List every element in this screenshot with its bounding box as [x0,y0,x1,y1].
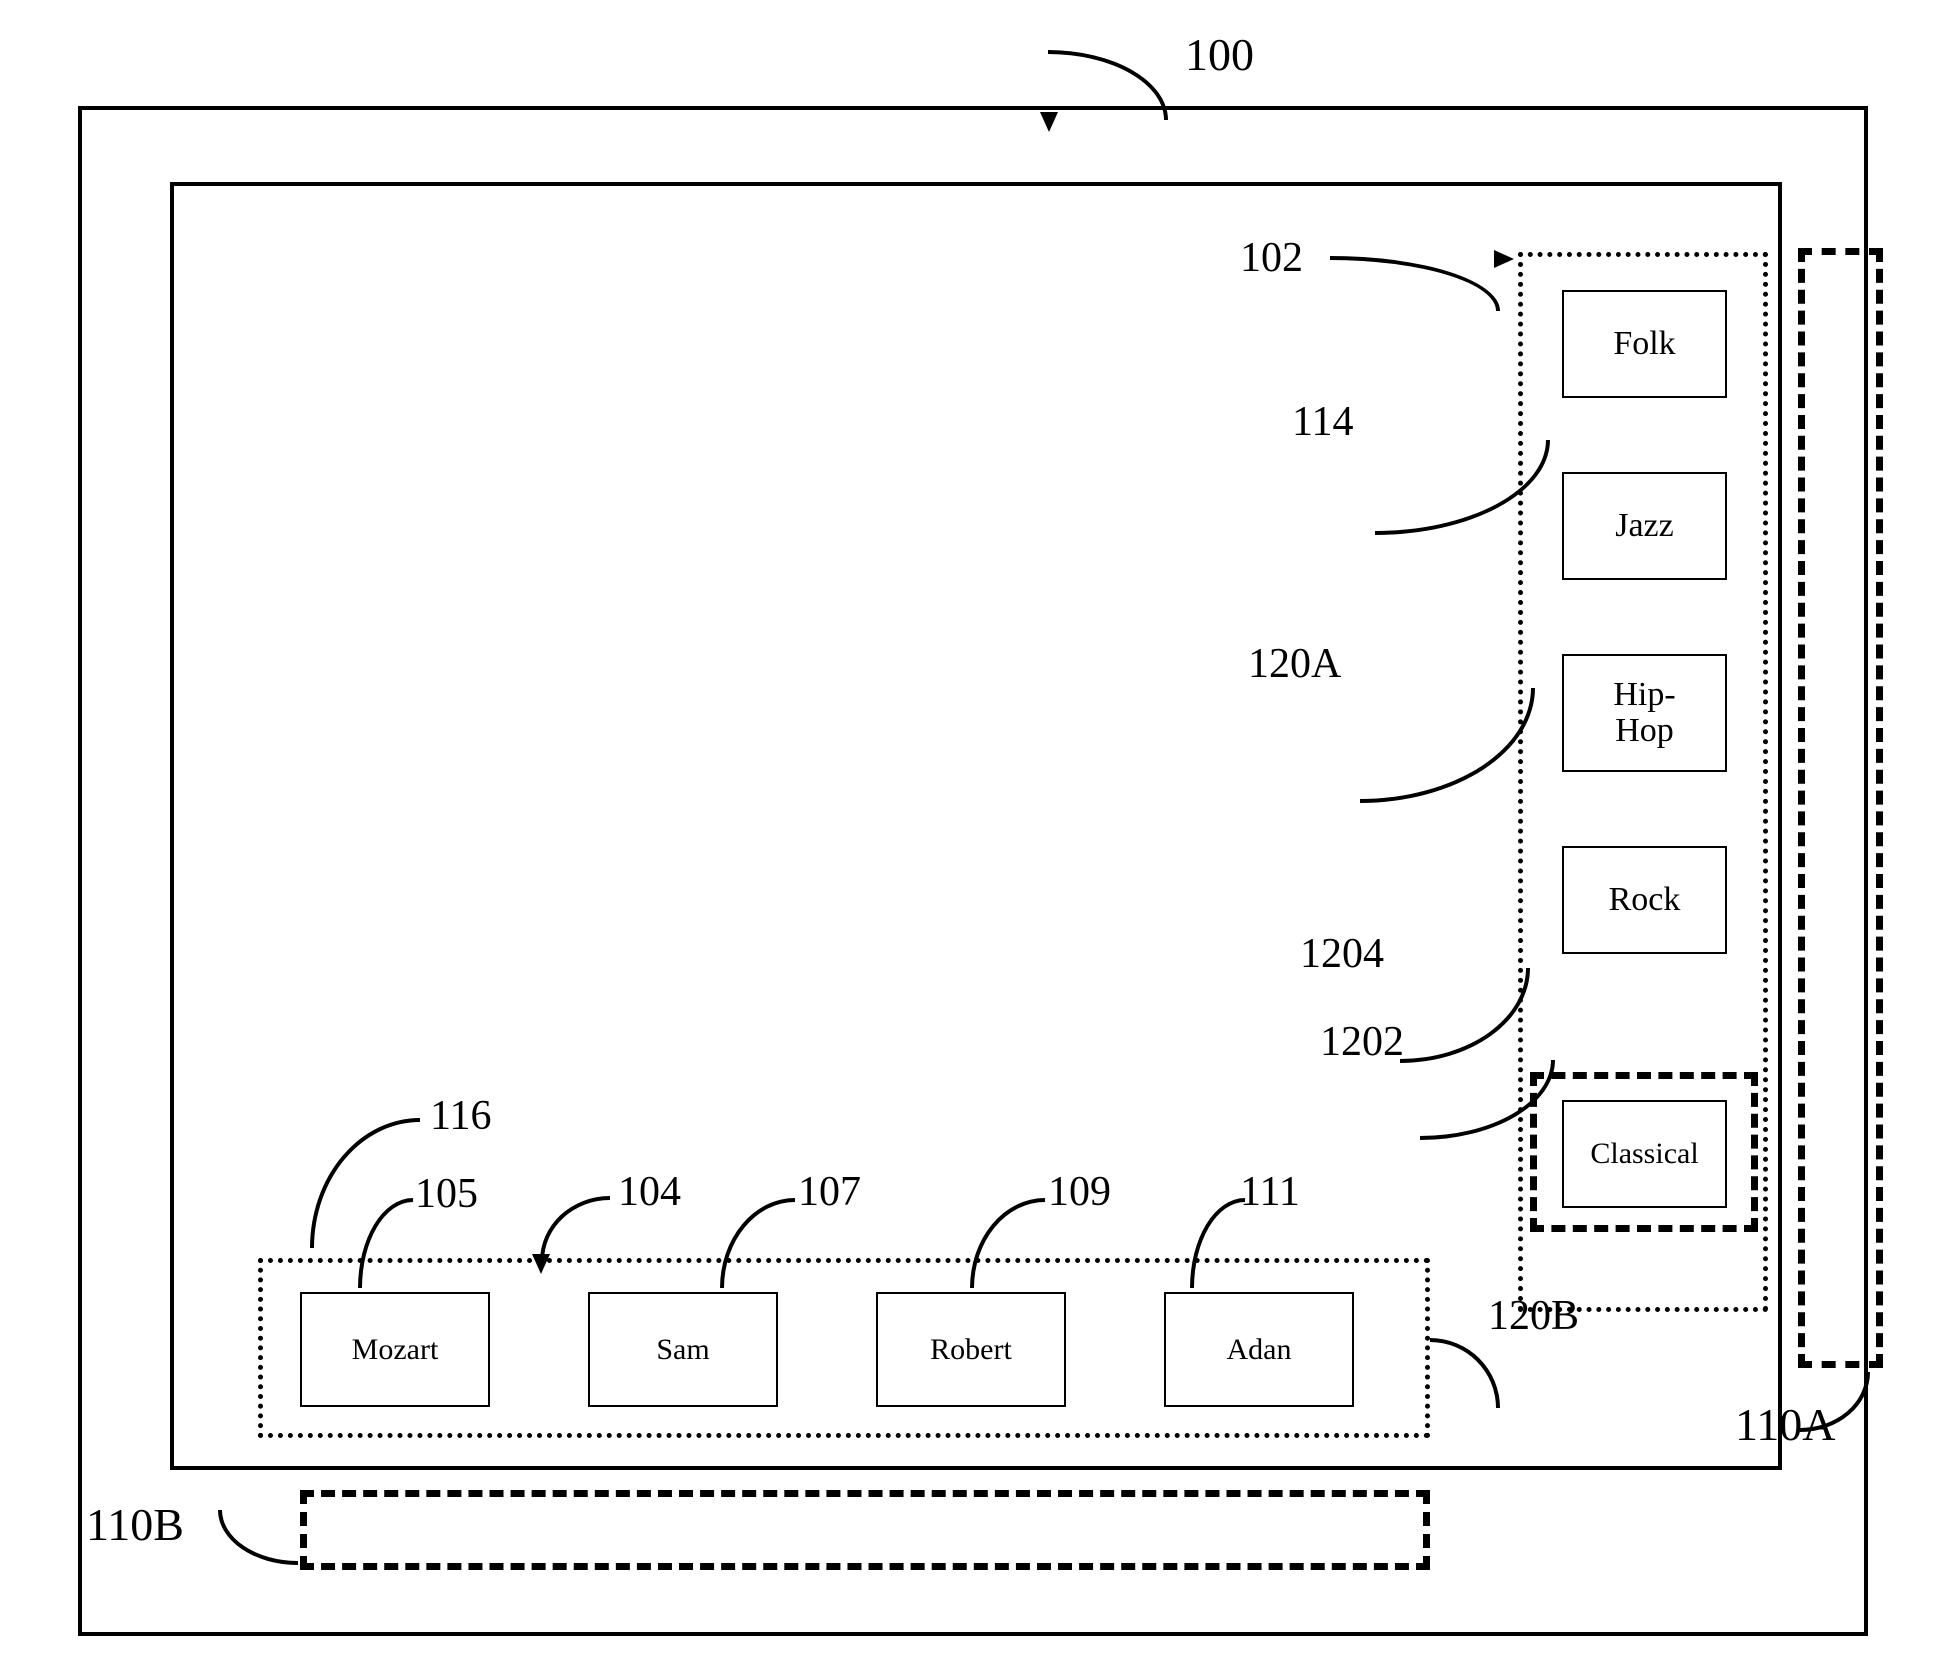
genre-rock[interactable]: Rock [1562,846,1727,954]
genre-classical[interactable]: Classical [1562,1100,1727,1208]
artist-adan-label: Adan [1227,1334,1292,1366]
ref-100: 100 [1185,28,1254,81]
genre-hiphop-label: Hip- Hop [1613,677,1675,748]
artist-adan[interactable]: Adan [1164,1292,1354,1407]
ref-1202: 1202 [1320,1018,1404,1066]
genre-rock-label: Rock [1609,882,1681,918]
genre-folk[interactable]: Folk [1562,290,1727,398]
artist-sam[interactable]: Sam [588,1292,778,1407]
ref-105: 105 [415,1170,478,1218]
ref-1204: 1204 [1300,930,1384,978]
genre-jazz-label: Jazz [1615,508,1674,544]
arrowhead-102 [1494,250,1514,268]
ref-120B: 120B [1488,1292,1579,1340]
ref-104: 104 [618,1168,681,1216]
ref-116: 116 [430,1092,491,1140]
ref-120A: 120A [1248,640,1341,688]
artist-mozart[interactable]: Mozart [300,1292,490,1407]
region-110A [1798,248,1883,1368]
ref-109: 109 [1048,1168,1111,1216]
region-110B [300,1490,1430,1570]
leader-100 [1048,50,1168,120]
artist-mozart-label: Mozart [352,1334,439,1366]
arrowhead-104 [532,1254,550,1274]
genre-hip-hop[interactable]: Hip- Hop [1562,654,1727,772]
artist-robert[interactable]: Robert [876,1292,1066,1407]
ref-114: 114 [1292,398,1353,446]
genre-classical-label: Classical [1590,1138,1698,1170]
artist-sam-label: Sam [656,1334,709,1366]
ref-111: 111 [1240,1168,1300,1216]
ref-107: 107 [798,1168,861,1216]
artist-robert-label: Robert [930,1334,1012,1366]
diagram-canvas: 100 110A 110B Folk Jazz Hip- Hop Rock Cl… [0,0,1957,1665]
ref-102: 102 [1240,234,1303,282]
genre-folk-label: Folk [1613,326,1675,362]
arrowhead-100 [1040,112,1058,132]
ref-110B: 110B [86,1498,184,1551]
genre-jazz[interactable]: Jazz [1562,472,1727,580]
